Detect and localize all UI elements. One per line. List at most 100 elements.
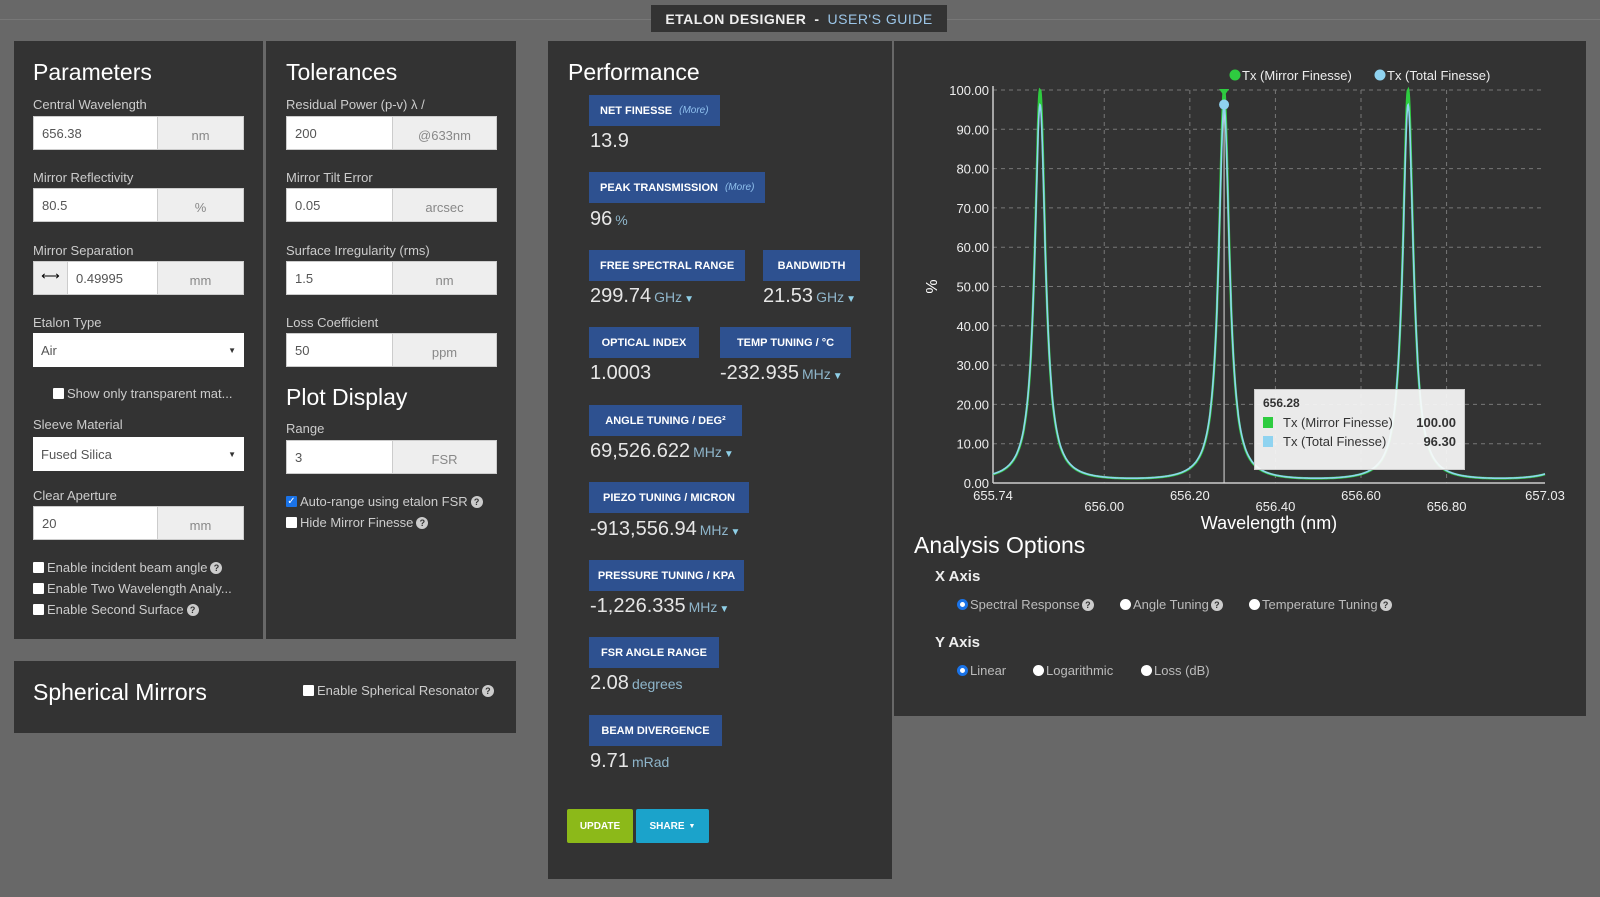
- clear-aperture-input[interactable]: 20 mm: [33, 506, 244, 540]
- mirror-reflectivity-label: Mirror Reflectivity: [33, 170, 134, 185]
- residual-power-label: Residual Power (p-v) λ /: [286, 97, 425, 112]
- help-icon[interactable]: ?: [1379, 598, 1392, 611]
- caret-down-icon[interactable]: ▼: [833, 371, 843, 382]
- caret-down-icon[interactable]: ▼: [684, 294, 694, 305]
- caret-down-icon[interactable]: ▼: [719, 604, 729, 615]
- checkbox-icon[interactable]: [33, 583, 44, 594]
- etalon-type-label: Etalon Type: [33, 315, 102, 330]
- checkbox-icon[interactable]: [53, 388, 64, 399]
- enable-second-surface-checkbox[interactable]: Enable Second Surface?: [33, 602, 199, 617]
- update-button[interactable]: UPDATE: [567, 809, 633, 843]
- x-tick-label: 656.20: [1170, 488, 1210, 503]
- auto-range-checkbox[interactable]: ✓ Auto-range using etalon FSR?: [286, 494, 483, 509]
- transmission-chart[interactable]: 0.0010.0020.0030.0040.0050.0060.0070.008…: [894, 41, 1586, 541]
- central-wavelength-value[interactable]: 656.38: [34, 117, 158, 149]
- mirror-reflectivity-input[interactable]: 80.5 %: [33, 188, 244, 222]
- radio-icon[interactable]: [1033, 665, 1044, 676]
- loss-coefficient-label: Loss Coefficient: [286, 315, 379, 330]
- mirror-tilt-value[interactable]: 0.05: [287, 189, 393, 221]
- residual-power-value[interactable]: 200: [287, 117, 393, 149]
- more-link[interactable]: (More): [725, 182, 754, 193]
- range-input[interactable]: 3 FSR: [286, 440, 497, 474]
- checkbox-icon[interactable]: [303, 685, 314, 696]
- radio-angle-tuning[interactable]: Angle Tuning?: [1120, 597, 1223, 612]
- angle-tuning-badge: ANGLE TUNING / DEG²: [589, 405, 742, 436]
- help-icon[interactable]: ?: [470, 495, 483, 508]
- central-wavelength-label: Central Wavelength: [33, 97, 147, 112]
- angle-tuning-unit-dropdown[interactable]: MHz: [693, 444, 722, 460]
- piezo-tuning-unit-dropdown[interactable]: MHz: [700, 522, 729, 538]
- mirror-separation-input[interactable]: ⟷ 0.49995 mm: [33, 261, 244, 295]
- peak-transmission-badge: PEAK TRANSMISSION (More): [589, 172, 766, 203]
- radio-icon[interactable]: [1249, 599, 1260, 610]
- help-icon[interactable]: ?: [1081, 598, 1094, 611]
- legend-label: Tx (Total Finesse): [1387, 68, 1490, 83]
- mirror-reflectivity-value[interactable]: 80.5: [34, 189, 158, 221]
- mirror-separation-value[interactable]: 0.49995: [68, 262, 158, 294]
- show-transparent-label: Show only transparent mat...: [67, 386, 233, 401]
- surface-irregularity-unit: nm: [393, 262, 496, 294]
- fsr-unit-dropdown[interactable]: GHz: [654, 289, 682, 305]
- enable-spherical-label: Enable Spherical Resonator: [317, 683, 479, 698]
- share-button[interactable]: SHARE ▼: [636, 809, 709, 843]
- radio-spectral-response[interactable]: Spectral Response?: [957, 597, 1094, 612]
- beam-divergence-badge: BEAM DIVERGENCE: [589, 715, 722, 746]
- enable-two-wavelength-checkbox[interactable]: Enable Two Wavelength Analy...: [33, 581, 232, 596]
- checkbox-icon[interactable]: [286, 517, 297, 528]
- mirror-tilt-input[interactable]: 0.05 arcsec: [286, 188, 497, 222]
- auto-range-label: Auto-range using etalon FSR: [300, 494, 468, 509]
- more-link[interactable]: (More): [679, 105, 708, 116]
- peak-marker-total: [1219, 99, 1230, 110]
- double-arrow-icon[interactable]: ⟷: [34, 262, 68, 294]
- clear-aperture-value[interactable]: 20: [34, 507, 158, 539]
- beam-divergence-value: 9.71 mRad: [590, 750, 670, 772]
- radio-icon[interactable]: [1141, 665, 1152, 676]
- hide-mirror-finesse-checkbox[interactable]: Hide Mirror Finesse?: [286, 515, 429, 530]
- temp-tuning-value: -232.935 MHz ▼: [720, 362, 843, 384]
- help-icon[interactable]: ?: [210, 561, 223, 574]
- surface-irregularity-value[interactable]: 1.5: [287, 262, 393, 294]
- residual-power-input[interactable]: 200 @633nm: [286, 116, 497, 150]
- help-icon[interactable]: ?: [416, 516, 429, 529]
- temp-tuning-unit-dropdown[interactable]: MHz: [802, 366, 831, 382]
- range-value[interactable]: 3: [287, 441, 393, 473]
- help-icon[interactable]: ?: [481, 684, 494, 697]
- x-tick-label: 656.60: [1341, 488, 1381, 503]
- peak-transmission-value: 96%: [590, 208, 628, 230]
- caret-down-icon[interactable]: ▼: [846, 294, 856, 305]
- radio-selected-icon[interactable]: [957, 599, 968, 610]
- help-icon[interactable]: ?: [186, 603, 199, 616]
- caret-down-icon[interactable]: ▼: [731, 527, 741, 538]
- x-tick-label: 656.00: [1084, 499, 1124, 514]
- app-header: ETALON DESIGNER - USER'S GUIDE: [651, 5, 947, 32]
- radio-linear[interactable]: Linear: [957, 663, 1006, 678]
- users-guide-link[interactable]: USER'S GUIDE: [828, 11, 933, 27]
- radio-temperature-tuning[interactable]: Temperature Tuning?: [1249, 597, 1392, 612]
- clear-aperture-label: Clear Aperture: [33, 488, 117, 503]
- caret-down-icon[interactable]: ▼: [724, 449, 734, 460]
- radio-loss-db[interactable]: Loss (dB): [1141, 663, 1210, 678]
- central-wavelength-input[interactable]: 656.38 nm: [33, 116, 244, 150]
- x-tick-label: 657.03: [1525, 488, 1565, 503]
- show-transparent-checkbox[interactable]: Show only transparent mat...: [53, 386, 232, 401]
- radio-logarithmic[interactable]: Logarithmic: [1033, 663, 1113, 678]
- checkbox-checked-icon[interactable]: ✓: [286, 496, 297, 507]
- radio-icon[interactable]: [1120, 599, 1131, 610]
- y-tick-label: 20.00: [956, 397, 989, 412]
- surface-irregularity-input[interactable]: 1.5 nm: [286, 261, 497, 295]
- help-icon[interactable]: ?: [1210, 598, 1223, 611]
- sleeve-material-select[interactable]: Fused Silica ▼: [33, 437, 244, 471]
- checkbox-icon[interactable]: [33, 562, 44, 573]
- enable-incident-beam-checkbox[interactable]: Enable incident beam angle?: [33, 560, 223, 575]
- etalon-type-select[interactable]: Air ▼: [33, 333, 244, 367]
- fsr-value: 299.74 GHz ▼: [590, 285, 695, 307]
- radio-selected-icon[interactable]: [957, 665, 968, 676]
- bandwidth-unit-dropdown[interactable]: GHz: [816, 289, 844, 305]
- checkbox-icon[interactable]: [33, 604, 44, 615]
- y-axis-options-label: Y Axis: [935, 634, 981, 651]
- pressure-tuning-unit-dropdown[interactable]: MHz: [689, 599, 718, 615]
- x-axis-options-label: X Axis: [935, 568, 981, 585]
- loss-coefficient-value[interactable]: 50: [287, 334, 393, 366]
- enable-spherical-checkbox[interactable]: Enable Spherical Resonator?: [303, 683, 494, 698]
- loss-coefficient-input[interactable]: 50 ppm: [286, 333, 497, 367]
